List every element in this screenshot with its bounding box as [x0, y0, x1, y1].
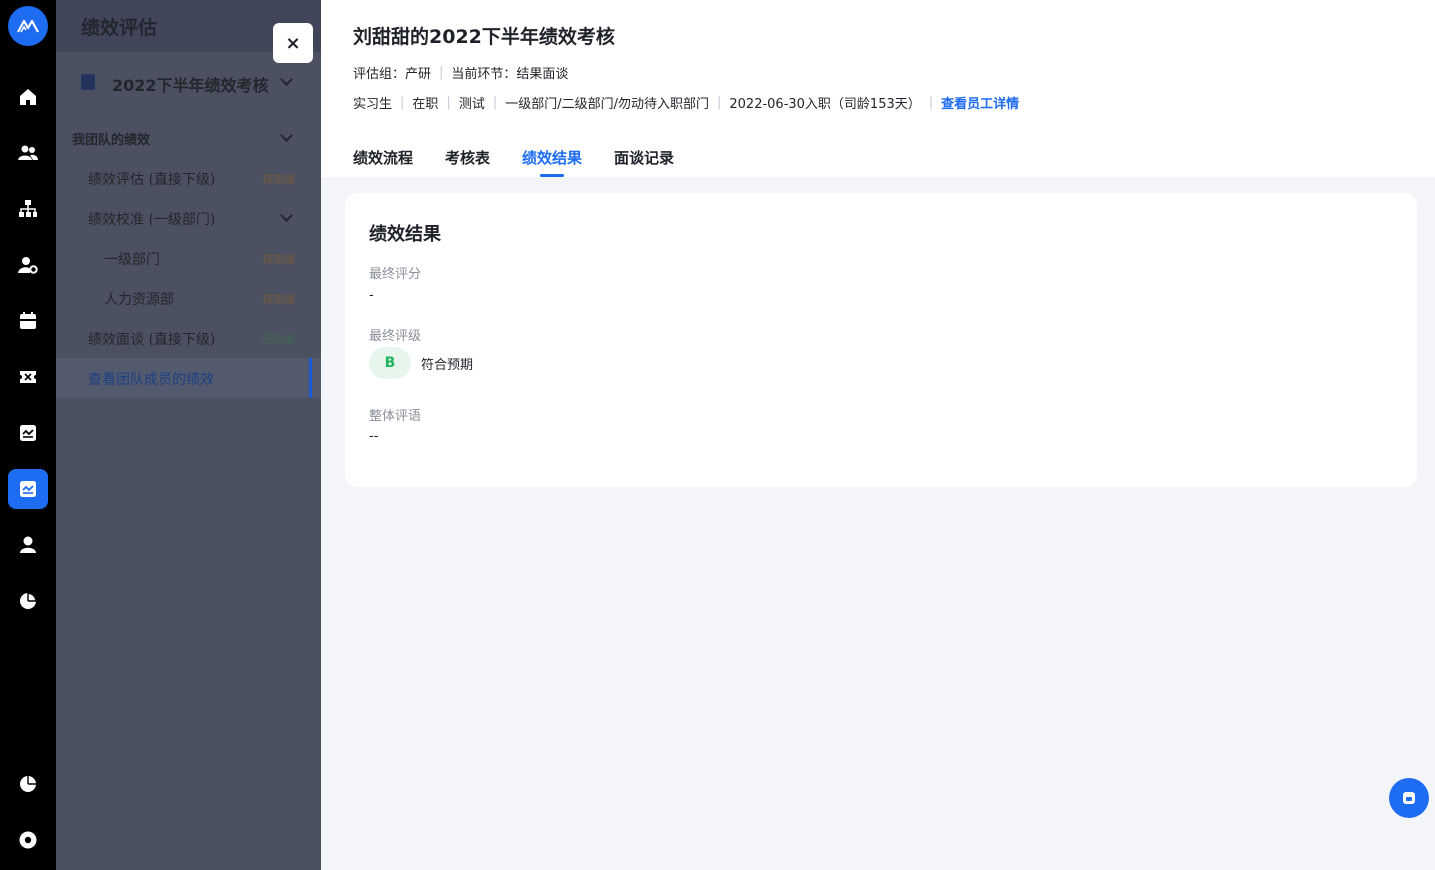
final-score-value: - — [369, 288, 374, 303]
performance-icon[interactable] — [8, 413, 48, 453]
sidebar-item-team-members[interactable]: 查看团队成员的绩效 — [56, 358, 321, 398]
side-nav-title: 绩效评估 — [81, 17, 158, 39]
employee-type: 实习生 — [353, 97, 393, 112]
meta-row-2: 实习生 | 在职 | 测试 | 一级部门/二级部门/勿动待入职部门 | 2022… — [353, 93, 1019, 112]
separator: | — [716, 95, 722, 110]
sidebar-item-evaluate-direct[interactable]: 绩效评估 (直接下级) 待完成 — [56, 158, 321, 198]
final-grade: B 符合预期 — [369, 347, 473, 379]
sidebar-item-label: 绩效评估 (直接下级) — [88, 172, 216, 188]
grade-description: 符合预期 — [421, 357, 474, 373]
chevron-down-icon — [280, 73, 293, 86]
tab-result[interactable]: 绩效结果 — [522, 147, 582, 177]
sidebar-item-label: 绩效面谈 (直接下级) — [88, 332, 216, 348]
status-badge: 已完成 — [262, 333, 295, 346]
status-badge: 待完成 — [262, 293, 295, 306]
meta-row-1: 评估组：产研 | 当前环节：结果面谈 — [353, 63, 568, 82]
close-button[interactable]: × — [273, 23, 313, 63]
final-score-label: 最终评分 — [369, 267, 422, 282]
separator: | — [439, 65, 444, 80]
card-title: 绩效结果 — [369, 224, 441, 245]
floating-action-button[interactable] — [1389, 778, 1429, 818]
pie-chart-icon[interactable] — [8, 581, 48, 621]
main-content: 刘甜甜的2022下半年绩效考核 评估组：产研 | 当前环节：结果面谈 实习生 |… — [321, 0, 1435, 870]
tab-active-indicator — [540, 174, 565, 177]
grade-badge: B — [369, 347, 411, 379]
home-icon[interactable] — [8, 77, 48, 117]
tab-bar: 绩效流程 考核表 绩效结果 面谈记录 — [353, 147, 674, 177]
sidebar-group-label: 我团队的绩效 — [72, 133, 151, 148]
logo-icon[interactable] — [8, 6, 48, 46]
performance-icon-active[interactable] — [8, 469, 48, 509]
result-card: 绩效结果 最终评分 - 最终评级 B 符合预期 整体评语 -- — [345, 193, 1417, 487]
app-rail — [0, 0, 56, 870]
tab-interview-records[interactable]: 面谈记录 — [614, 147, 674, 177]
employee-detail-link[interactable]: 查看员工详情 — [941, 93, 1019, 112]
user-settings-icon[interactable] — [8, 245, 48, 285]
separator: | — [492, 95, 498, 110]
sidebar-item-label: 查看团队成员的绩效 — [88, 372, 214, 388]
status-badge: 待完成 — [262, 173, 295, 186]
separator: | — [446, 95, 451, 110]
sidebar-item-label: 一级部门 — [104, 252, 160, 268]
separator: | — [928, 95, 934, 110]
tab-process[interactable]: 绩效流程 — [353, 147, 413, 177]
tab-label: 绩效流程 — [353, 149, 414, 167]
page-header: 刘甜甜的2022下半年绩效考核 评估组：产研 | 当前环节：结果面谈 实习生 |… — [321, 0, 1435, 177]
org-chart-icon[interactable] — [8, 189, 48, 229]
side-nav: 绩效评估 2022下半年绩效考核 我团队的绩效 绩效评估 (直接下级) 待完成 … — [56, 0, 321, 870]
ticket-icon[interactable] — [8, 357, 48, 397]
employee-status: 在职 — [412, 97, 439, 112]
person-icon[interactable] — [8, 525, 48, 565]
chat-icon — [1403, 792, 1415, 804]
tab-label: 考核表 — [445, 149, 491, 167]
evaluation-group: 评估组：产研 — [353, 67, 432, 82]
tab-label: 面谈记录 — [614, 149, 675, 167]
calendar-icon[interactable] — [8, 301, 48, 341]
sidebar-group-my-team[interactable]: 我团队的绩效 — [56, 118, 321, 158]
document-icon — [81, 74, 95, 90]
separator: | — [400, 95, 405, 110]
status-badge: 待完成 — [262, 253, 295, 266]
overall-comment-label: 整体评语 — [369, 409, 422, 424]
settings-icon[interactable] — [8, 820, 48, 860]
cycle-label: 2022下半年绩效考核 — [112, 76, 269, 95]
sidebar-item-hr-dept[interactable]: 人力资源部 待完成 — [56, 278, 321, 318]
tab-label: 绩效结果 — [522, 149, 583, 167]
pie-chart-icon-bottom[interactable] — [8, 764, 48, 804]
active-indicator — [309, 358, 312, 398]
sidebar-item-calibration[interactable]: 绩效校准 (一级部门) — [56, 198, 321, 238]
sidebar-item-label: 绩效校准 (一级部门) — [88, 212, 216, 228]
hire-date: 2022-06-30入职（司龄153天） — [729, 97, 921, 112]
final-grade-label: 最终评级 — [369, 329, 422, 344]
cycle-selector[interactable]: 2022下半年绩效考核 — [56, 58, 321, 108]
sidebar-item-dept-1[interactable]: 一级部门 待完成 — [56, 238, 321, 278]
current-stage: 当前环节：结果面谈 — [451, 67, 569, 82]
chevron-down-icon — [280, 209, 293, 222]
overall-comment-value: -- — [369, 429, 379, 444]
employee-department: 一级部门/二级部门/勿动待入职部门 — [505, 97, 709, 112]
employee-position: 测试 — [458, 97, 485, 112]
people-icon[interactable] — [8, 133, 48, 173]
chevron-down-icon — [280, 129, 293, 142]
page-title: 刘甜甜的2022下半年绩效考核 — [353, 26, 615, 48]
tab-review-form[interactable]: 考核表 — [445, 147, 490, 177]
sidebar-item-interview-direct[interactable]: 绩效面谈 (直接下级) 已完成 — [56, 318, 321, 358]
sidebar-item-label: 人力资源部 — [104, 292, 174, 308]
